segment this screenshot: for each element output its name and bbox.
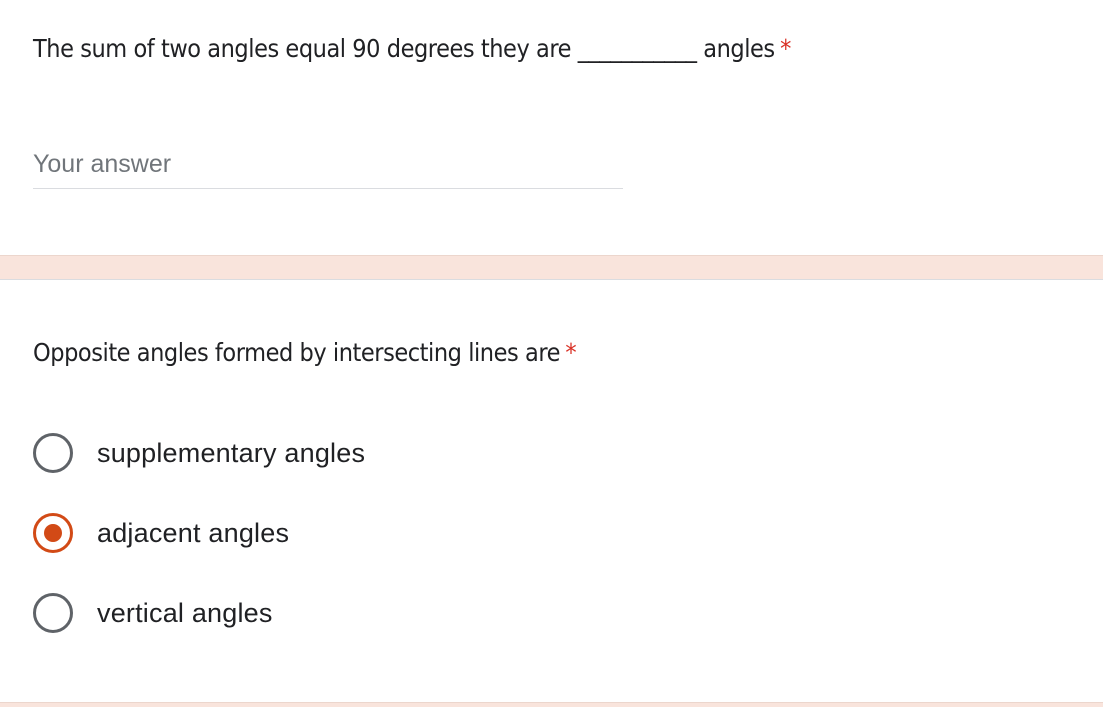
required-asterisk: *	[780, 34, 791, 63]
required-asterisk: *	[565, 338, 577, 367]
option-label: vertical angles	[97, 597, 273, 628]
option-vertical-angles[interactable]: vertical angles	[33, 593, 733, 633]
radio-button[interactable]	[33, 433, 73, 473]
radio-button[interactable]	[33, 593, 73, 633]
question-text: Opposite angles formed by intersecting l…	[33, 338, 561, 367]
option-label: adjacent angles	[97, 517, 290, 548]
section-gap	[0, 702, 1103, 707]
option-label: supplementary angles	[97, 437, 366, 468]
question-title: The sum of two angles equal 90 degrees t…	[33, 34, 791, 63]
radio-button-selected[interactable]	[33, 513, 73, 553]
option-supplementary-angles[interactable]: supplementary angles	[33, 433, 733, 473]
question-card-1: The sum of two angles equal 90 degrees t…	[0, 0, 1103, 255]
section-gap	[0, 255, 1103, 280]
short-answer-input[interactable]	[33, 140, 623, 189]
question-text: The sum of two angles equal 90 degrees t…	[33, 34, 775, 63]
option-adjacent-angles[interactable]: adjacent angles	[33, 513, 733, 553]
question-card-2: Opposite angles formed by intersecting l…	[0, 281, 1103, 702]
question-title: Opposite angles formed by intersecting l…	[33, 338, 577, 367]
